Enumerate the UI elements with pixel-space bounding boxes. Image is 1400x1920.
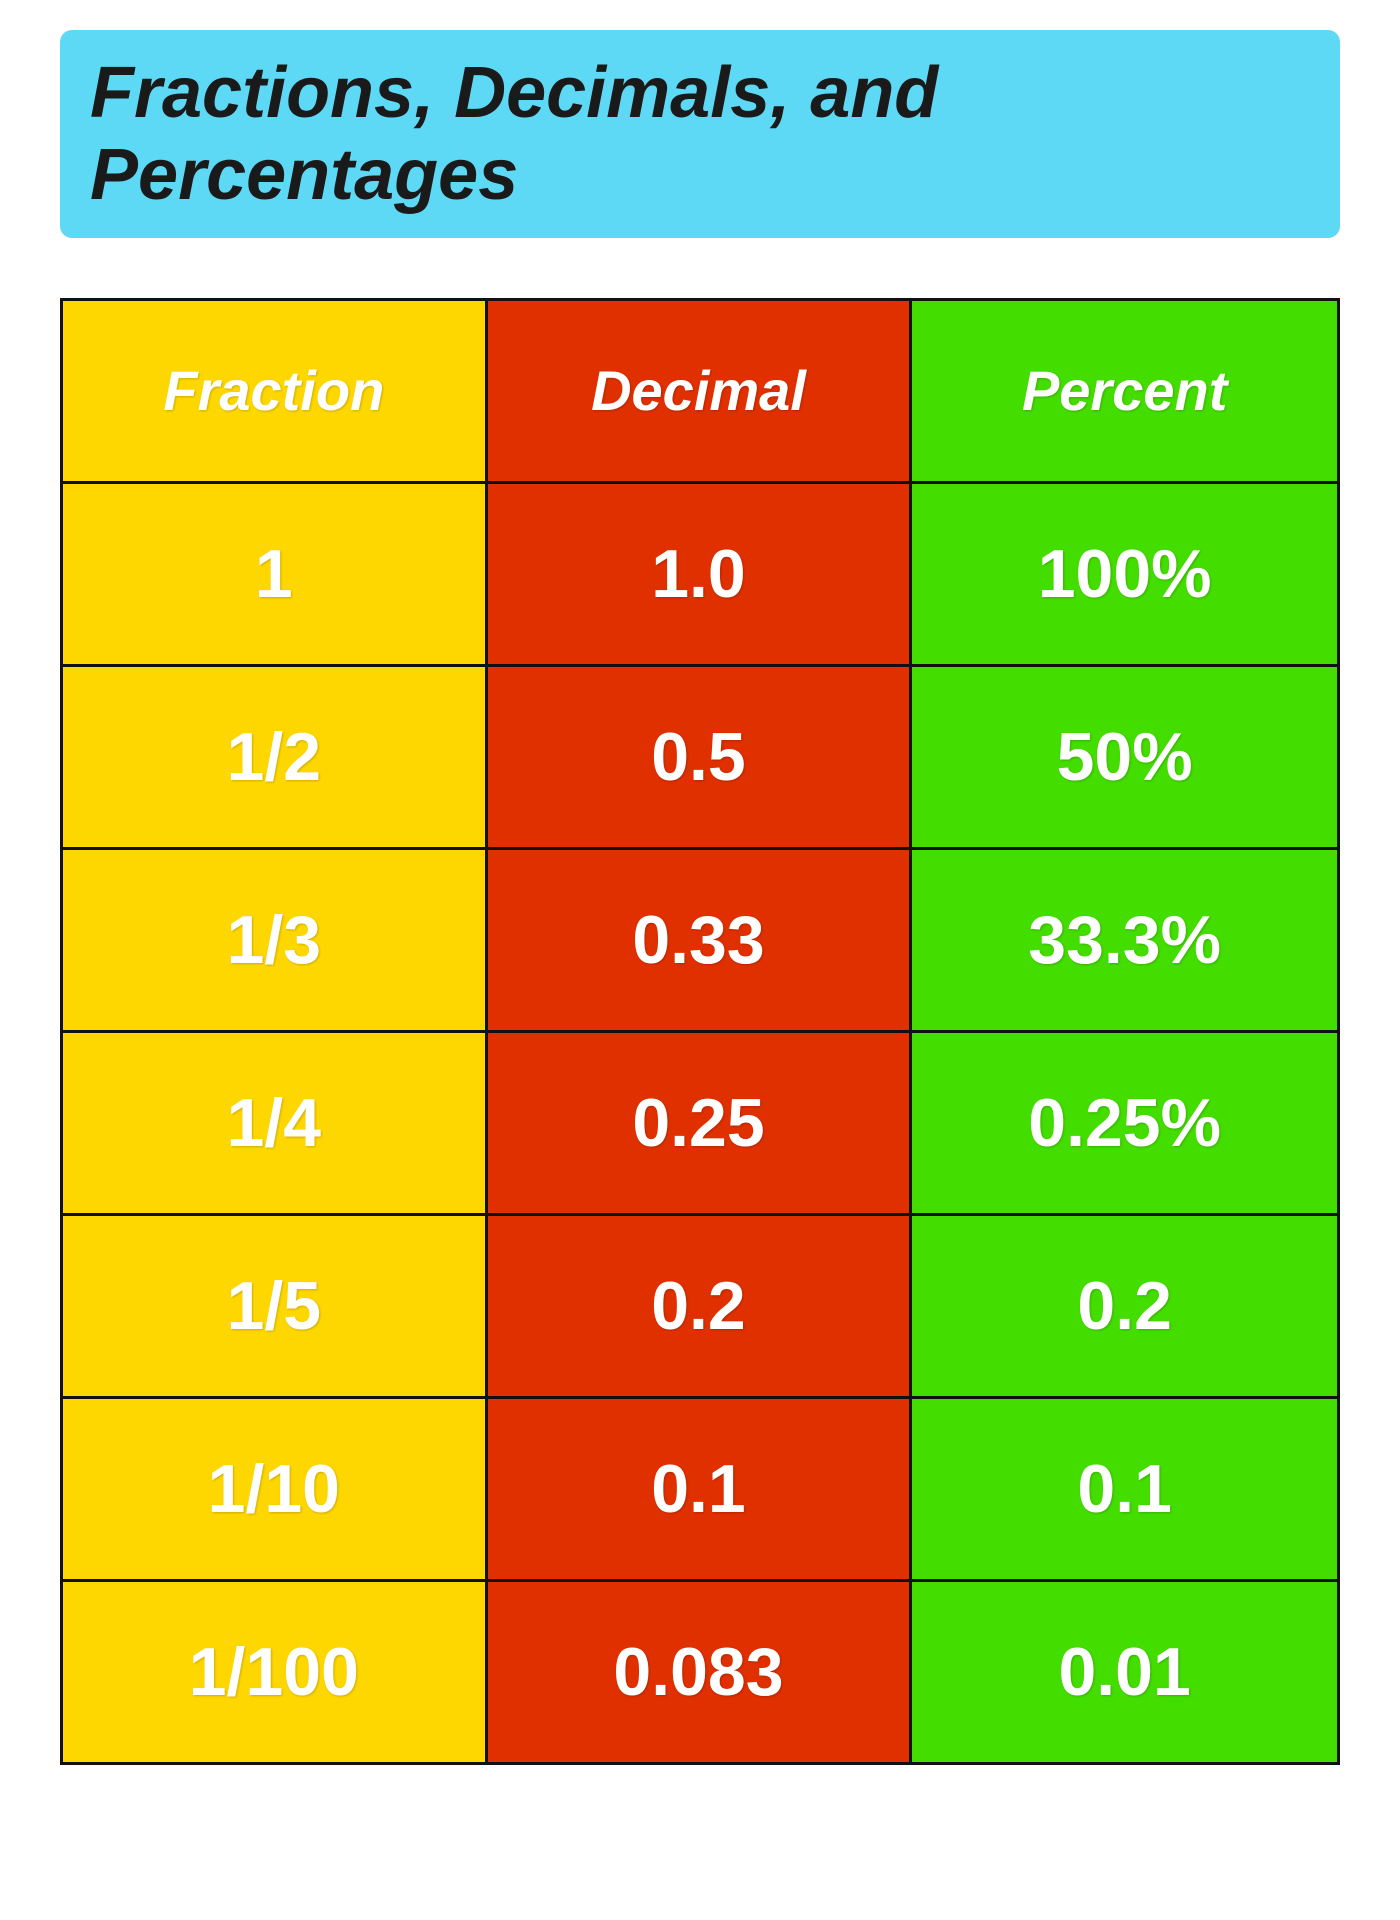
table-row: 1/10 0.1 0.1: [63, 1399, 1337, 1582]
cell-decimal-0: 1.0: [488, 484, 913, 664]
table-row: 1 1.0 100%: [63, 484, 1337, 667]
cell-fraction-3: 1/4: [63, 1033, 488, 1213]
fraction-value-6: 1/100: [189, 1635, 359, 1710]
header-percent: Percent: [912, 301, 1337, 481]
cell-percent-2: 33.3%: [912, 850, 1337, 1030]
table-row: 1/2 0.5 50%: [63, 667, 1337, 850]
table-row: 1/100 0.083 0.01: [63, 1582, 1337, 1762]
decimal-value-1: 0.5: [651, 720, 746, 795]
cell-fraction-0: 1: [63, 484, 488, 664]
cell-decimal-4: 0.2: [488, 1216, 913, 1396]
cell-decimal-1: 0.5: [488, 667, 913, 847]
fractions-table: Fraction Decimal Percent 1 1.0 100% 1/2 0.5 5…: [60, 298, 1340, 1765]
header-fraction-label: Fraction: [163, 360, 384, 422]
table-row: 1/3 0.33 33.3%: [63, 850, 1337, 1033]
header-percent-label: Percent: [1022, 360, 1227, 422]
header-decimal: Decimal: [488, 301, 913, 481]
percent-value-5: 0.1: [1077, 1452, 1172, 1527]
cell-fraction-4: 1/5: [63, 1216, 488, 1396]
percent-value-3: 0.25%: [1028, 1086, 1221, 1161]
cell-percent-5: 0.1: [912, 1399, 1337, 1579]
fraction-value-3: 1/4: [227, 1086, 322, 1161]
decimal-value-4: 0.2: [651, 1269, 746, 1344]
cell-decimal-3: 0.25: [488, 1033, 913, 1213]
fraction-value-4: 1/5: [227, 1269, 322, 1344]
percent-value-1: 50%: [1057, 720, 1193, 795]
fraction-value-1: 1/2: [227, 720, 322, 795]
decimal-value-5: 0.1: [651, 1452, 746, 1527]
cell-fraction-2: 1/3: [63, 850, 488, 1030]
fraction-value-5: 1/10: [208, 1452, 340, 1527]
header-fraction: Fraction: [63, 301, 488, 481]
table-row: 1/4 0.25 0.25%: [63, 1033, 1337, 1216]
page-title-banner: Fractions, Decimals, and Percentages: [60, 30, 1340, 238]
decimal-value-0: 1.0: [651, 537, 746, 612]
cell-fraction-5: 1/10: [63, 1399, 488, 1579]
cell-percent-3: 0.25%: [912, 1033, 1337, 1213]
cell-decimal-5: 0.1: [488, 1399, 913, 1579]
cell-decimal-6: 0.083: [488, 1582, 913, 1762]
table-row: 1/5 0.2 0.2: [63, 1216, 1337, 1399]
table-header-row: Fraction Decimal Percent: [63, 301, 1337, 484]
cell-decimal-2: 0.33: [488, 850, 913, 1030]
cell-percent-4: 0.2: [912, 1216, 1337, 1396]
header-decimal-label: Decimal: [591, 360, 806, 422]
page-title: Fractions, Decimals, and Percentages: [90, 52, 1310, 216]
fraction-value-2: 1/3: [227, 903, 322, 978]
percent-value-4: 0.2: [1077, 1269, 1172, 1344]
cell-percent-6: 0.01: [912, 1582, 1337, 1762]
percent-value-6: 0.01: [1058, 1635, 1190, 1710]
cell-fraction-6: 1/100: [63, 1582, 488, 1762]
percent-value-0: 100%: [1038, 537, 1212, 612]
cell-fraction-1: 1/2: [63, 667, 488, 847]
decimal-value-3: 0.25: [632, 1086, 764, 1161]
cell-percent-1: 50%: [912, 667, 1337, 847]
percent-value-2: 33.3%: [1028, 903, 1221, 978]
decimal-value-2: 0.33: [632, 903, 764, 978]
cell-percent-0: 100%: [912, 484, 1337, 664]
fraction-value-0: 1: [255, 537, 293, 612]
decimal-value-6: 0.083: [613, 1635, 783, 1710]
